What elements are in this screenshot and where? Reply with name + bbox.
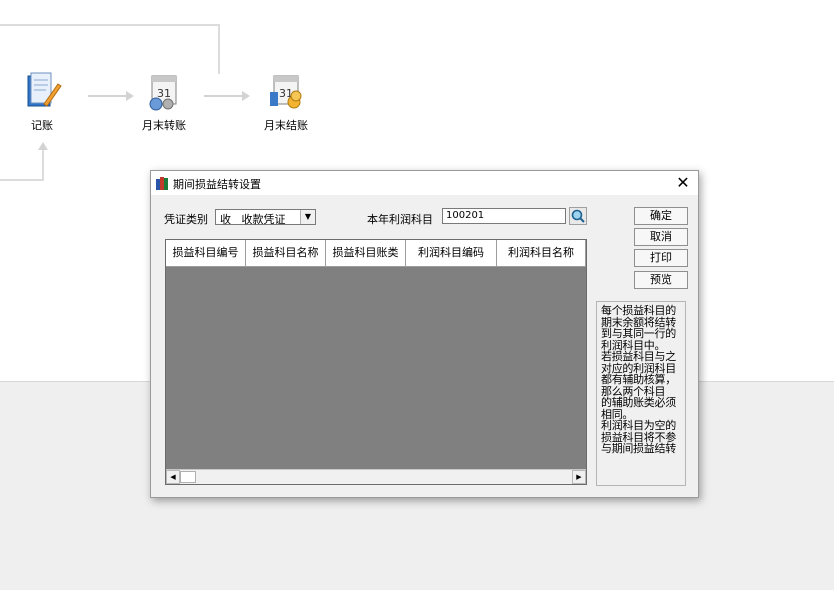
svg-text:31: 31 [157,87,171,100]
flow-arrow-head-2 [242,91,250,101]
column-header[interactable]: 利润科目名称 [497,240,586,267]
voucher-type-value: 收 收款凭证 [220,213,286,226]
note-line: 都有辅助核算， [601,373,676,386]
dialog-title: 期间损益结转设置 [173,178,261,191]
note-line: 若损益科目与之 [601,350,676,363]
profit-account-input[interactable]: 100201 [442,208,566,224]
preview-button[interactable]: 预览 [634,271,688,289]
calendar-coins-icon: 31 [270,75,302,109]
note-line: 与期间损益结转 [601,442,676,455]
column-header[interactable]: 损益科目编号 [166,240,246,267]
cancel-button[interactable]: 取消 [634,228,688,246]
scroll-thumb[interactable] [180,471,196,483]
horizontal-scrollbar[interactable]: ◀ ▶ [166,469,586,484]
flow-node-bookkeeping[interactable]: 记账 [18,70,66,133]
flow-node-label: 记账 [31,119,53,132]
flow-node-month-end-close[interactable]: 31 月末结账 [262,70,310,133]
flow-arrow-head-1 [126,91,134,101]
scroll-right-arrow-icon[interactable]: ▶ [572,470,586,484]
account-mapping-grid[interactable]: 损益科目编号 损益科目名称 损益科目账类 利润科目编码 利润科目名称 ◀ ▶ [165,239,587,485]
profit-account-label: 本年利润科目 [367,213,433,226]
flow-connector-loop-up [42,150,44,181]
search-icon [571,209,585,223]
voucher-type-label: 凭证类别 [164,213,208,226]
flow-node-label: 月末结账 [264,119,308,132]
flow-arrow-line-1 [88,95,126,97]
note-line: 每个损益科目的 [601,304,676,317]
note-line: 的辅助账类必须 [601,396,676,409]
close-button[interactable]: ✕ [674,174,692,192]
ledger-pen-icon [27,72,62,107]
flow-connector-loop-bottom [0,179,44,181]
voucher-type-select[interactable]: 收 收款凭证 ▼ [215,209,316,226]
books-icon [156,177,168,190]
search-button[interactable] [569,207,587,225]
flow-arrow-line-2 [204,95,242,97]
chevron-down-icon[interactable]: ▼ [300,210,315,224]
flow-connector-right [218,24,220,74]
scroll-left-arrow-icon[interactable]: ◀ [166,470,180,484]
flow-connector-top [0,24,220,26]
ok-button[interactable]: 确定 [634,207,688,225]
period-pl-transfer-dialog: 期间损益结转设置 ✕ 凭证类别 收 收款凭证 ▼ 本年利润科目 100201 损… [150,170,699,498]
dialog-titlebar[interactable]: 期间损益结转设置 ✕ [151,171,698,195]
grid-header: 损益科目编号 损益科目名称 损益科目账类 利润科目编码 利润科目名称 [166,240,586,267]
flow-node-label: 月末转账 [142,119,186,132]
column-header[interactable]: 损益科目账类 [326,240,406,267]
note-line: 到与其同一行的 [601,327,676,340]
column-header[interactable]: 损益科目名称 [246,240,326,267]
note-line: 利润科目为空的 [601,419,676,432]
flow-node-month-end-transfer[interactable]: 31 月末转账 [140,70,188,133]
transfer-rule-note: 每个损益科目的 期末余额将结转 到与其同一行的 利润科目中。 若损益科目与之 对… [596,301,686,486]
column-header[interactable]: 利润科目编码 [406,240,497,267]
calendar-transfer-icon: 31 [149,75,177,111]
flow-arrow-up [38,142,48,150]
print-button[interactable]: 打印 [634,249,688,267]
